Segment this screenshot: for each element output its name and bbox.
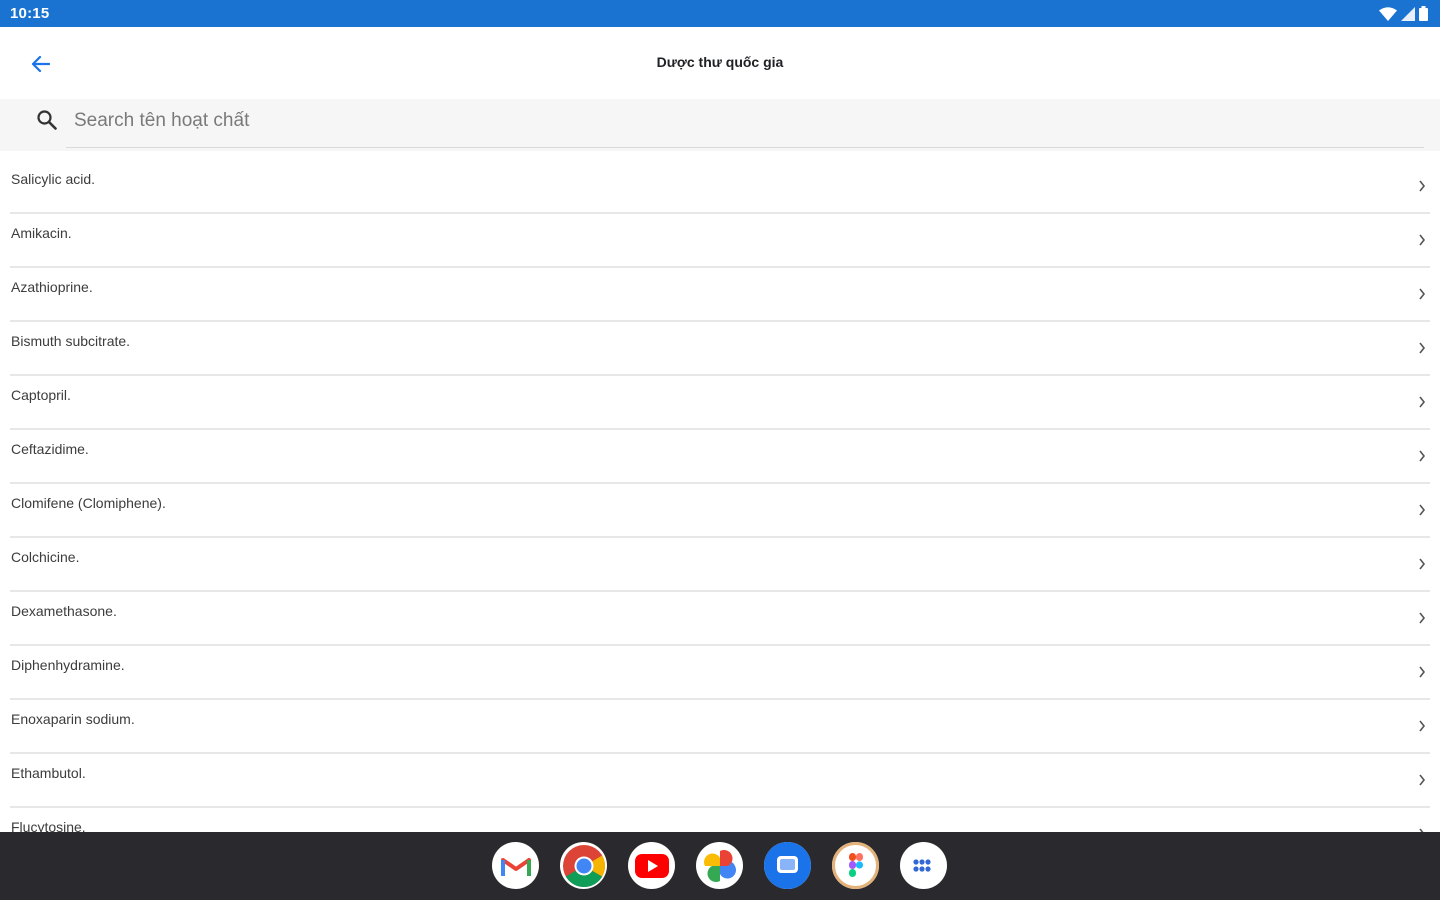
list-item-label: Ethambutol. <box>11 765 86 781</box>
messages-app[interactable] <box>764 842 811 889</box>
youtube-app[interactable] <box>628 842 675 889</box>
dock-apps <box>492 842 947 889</box>
youtube-icon <box>634 853 669 878</box>
search-icon <box>37 110 57 130</box>
battery-icon <box>1419 6 1428 21</box>
photos-app[interactable] <box>696 842 743 889</box>
figma-icon <box>832 842 879 889</box>
status-bar: 10:15 <box>0 0 1440 27</box>
chevron-right-icon <box>1419 288 1426 300</box>
list-item[interactable]: Ethambutol. <box>10 754 1430 808</box>
chrome-icon <box>562 844 605 887</box>
list-item-label: Colchicine. <box>11 549 80 565</box>
list-item[interactable]: Diphenhydramine. <box>10 646 1430 700</box>
status-time: 10:15 <box>10 5 50 22</box>
chevron-right-icon <box>1419 612 1426 624</box>
list-item-label: Diphenhydramine. <box>11 657 125 673</box>
list-item-label: Flucytosine. <box>11 819 86 832</box>
list-item-label: Azathioprine. <box>11 279 93 295</box>
search-input[interactable] <box>66 107 1422 135</box>
figma-app[interactable] <box>832 842 879 889</box>
chevron-right-icon <box>1419 234 1426 246</box>
app-bar: Dược thư quốc gia <box>0 27 1440 99</box>
messages-icon <box>764 842 811 889</box>
chevron-right-icon <box>1419 774 1426 786</box>
chevron-right-icon <box>1419 450 1426 462</box>
list-item[interactable]: Colchicine. <box>10 538 1430 592</box>
app-drawer-icon <box>912 858 934 872</box>
list-item[interactable]: Flucytosine. <box>10 808 1430 832</box>
list-item[interactable]: Captopril. <box>10 376 1430 430</box>
chevron-right-icon <box>1419 504 1426 516</box>
list-item[interactable]: Salicylic acid. <box>10 160 1430 214</box>
list-item-label: Bismuth subcitrate. <box>11 333 131 349</box>
chevron-right-icon <box>1419 558 1426 570</box>
list-item-label: Dexamethasone. <box>11 603 117 619</box>
chevron-right-icon <box>1419 666 1426 678</box>
search-bar <box>0 99 1440 151</box>
wifi-icon <box>1379 6 1397 21</box>
status-icons <box>1379 6 1428 21</box>
app-drawer-button[interactable] <box>900 842 947 889</box>
chevron-right-icon <box>1419 180 1426 192</box>
page-title: Dược thư quốc gia <box>656 54 784 70</box>
gmail-icon <box>500 857 531 876</box>
chevron-right-icon <box>1419 396 1426 408</box>
taskbar-dock <box>0 832 1440 900</box>
list-item[interactable]: Ceftazidime. <box>10 430 1430 484</box>
cellular-icon <box>1401 6 1415 21</box>
gmail-app[interactable] <box>492 842 539 889</box>
list-item-label: Captopril. <box>11 387 71 403</box>
photos-icon <box>703 849 736 882</box>
list-item[interactable]: Azathioprine. <box>10 268 1430 322</box>
list-item-label: Salicylic acid. <box>11 171 96 187</box>
chevron-right-icon <box>1419 342 1426 354</box>
chevron-right-icon <box>1419 720 1426 732</box>
list-item[interactable]: Enoxaparin sodium. <box>10 700 1430 754</box>
list-item[interactable]: Clomifene (Clomiphene). <box>10 484 1430 538</box>
list-item[interactable]: Amikacin. <box>10 214 1430 268</box>
list-item-label: Enoxaparin sodium. <box>11 711 135 727</box>
list-item-label: Amikacin. <box>11 225 72 241</box>
list-item[interactable]: Bismuth subcitrate. <box>10 322 1430 376</box>
list-item-label: Ceftazidime. <box>11 441 89 457</box>
drug-list: Salicylic acid. Amikacin. Azathioprine. … <box>10 160 1430 832</box>
chrome-app[interactable] <box>560 842 607 889</box>
list-item-label: Clomifene (Clomiphene). <box>11 495 166 511</box>
search-underline <box>66 147 1424 148</box>
list-item[interactable]: Dexamethasone. <box>10 592 1430 646</box>
